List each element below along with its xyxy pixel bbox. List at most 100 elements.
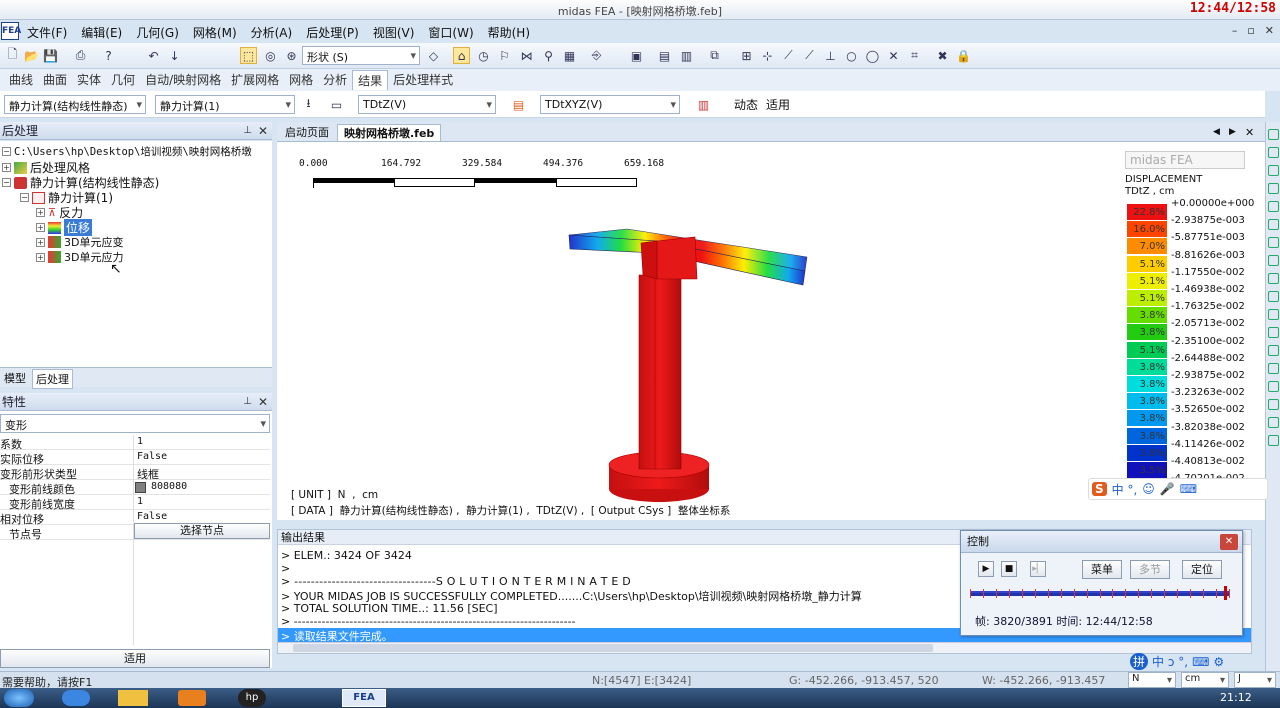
tab-geometry[interactable]: 几何 [106,70,140,90]
circle2-icon[interactable]: ◯ [864,47,881,64]
explorer-icon[interactable] [118,690,148,706]
load-step-select[interactable]: 静力计算(1) [155,95,295,114]
scroll-thumb[interactable] [293,644,933,652]
expand-icon[interactable]: + [36,223,45,232]
close-icon[interactable]: ✕ [258,393,268,411]
tree-3d-strain[interactable]: +3D单元应变 [36,234,123,250]
locate-button[interactable]: 定位 [1182,560,1222,579]
energy-unit-select[interactable]: J [1234,672,1276,688]
tab-solid[interactable]: 实体 [72,70,106,90]
app-icon[interactable]: FEA [1,22,21,40]
table-icon[interactable]: ▤ [656,47,673,64]
save-icon[interactable]: 💾 [42,47,59,64]
hp-icon[interactable]: hp [238,689,266,707]
rotate-icon[interactable] [1268,237,1279,248]
dynamic-button[interactable]: 动态 [734,96,758,113]
ime-voice-icon[interactable]: 🎤 [1160,482,1175,496]
close-icon[interactable]: ✕ [1220,534,1238,550]
tree-root[interactable]: − C:\Users\hp\Desktop\培训视频\映射网格桥墩 [2,144,252,159]
tab-model[interactable]: 模型 [2,370,28,386]
shade-icon[interactable] [1268,291,1279,302]
midas-taskbar-icon[interactable]: FEA [342,689,386,707]
box5-icon[interactable] [1268,381,1279,392]
minimize-icon[interactable]: – [1232,24,1238,37]
progress-marker[interactable] [1223,586,1227,600]
menu-window[interactable]: 窗口(W) [421,24,480,41]
shape-icon[interactable]: ⊛ [283,47,300,64]
download-icon[interactable]: ⭳ [300,96,317,113]
h-scrollbar[interactable] [278,642,1251,653]
mesh-icon[interactable]: ⌗ [906,47,923,64]
length-unit-select[interactable]: cm [1181,672,1229,688]
flag-icon[interactable]: ⚐ [496,47,513,64]
expand-icon[interactable]: + [2,163,11,172]
play-icon[interactable]: ▶ [978,561,994,577]
apply-button[interactable]: 适用 [766,96,790,113]
box8-icon[interactable] [1268,435,1279,446]
monitor-icon[interactable]: ▭ [328,96,345,113]
circle-icon[interactable]: ○ [843,47,860,64]
box6-icon[interactable] [1268,399,1279,410]
tab-auto-mesh[interactable]: 自动/映射网格 [140,70,226,90]
tab-surface[interactable]: 曲面 [38,70,72,90]
tab-extend-mesh[interactable]: 扩展网格 [226,70,284,90]
start-button-icon[interactable] [4,689,34,707]
restore-icon[interactable]: ▫ [1247,24,1254,37]
tab-curve[interactable]: 曲线 [4,70,38,90]
view-top-icon[interactable] [1268,165,1279,176]
tab-results[interactable]: 结果 [352,70,389,90]
ime-toolbar[interactable]: S 中 °, ☺ 🎤 ⌨ [1088,478,1268,500]
eraser-icon[interactable]: ◇ [425,47,442,64]
ime-mode-icon[interactable]: 中 °, [1112,481,1138,498]
close-icon[interactable]: ✕ [1265,24,1274,37]
cross-icon[interactable]: ✕ [885,47,902,64]
help-icon[interactable]: ? [100,47,117,64]
menu-postprocess[interactable]: 后处理(P) [299,24,366,41]
ime-keyboard-icon[interactable]: ⌨ [1192,655,1209,669]
step-forward-icon[interactable]: ▸▏ [1030,561,1046,577]
pan-icon[interactable] [1268,219,1279,230]
force-unit-select[interactable]: N [1128,672,1176,688]
menu-mesh[interactable]: 网格(M) [186,24,244,41]
axis-icon[interactable] [1268,129,1279,140]
pin-icon[interactable]: ⊥ [243,393,252,411]
model-viewport[interactable]: 0.000 164.792 329.584 494.376 659.168 mi… [277,142,1265,520]
multi-step-button[interactable]: 多节 [1130,560,1170,579]
box4-icon[interactable] [1268,363,1279,374]
expand-icon[interactable]: + [36,252,45,262]
box2-icon[interactable] [1268,327,1279,338]
close-icon[interactable]: ✕ [258,122,268,140]
node-icon[interactable]: ⋈ [518,47,535,64]
select-node-button[interactable]: 选择节点 [134,523,270,539]
props-type-select[interactable]: 变形 [0,414,270,433]
print-icon[interactable]: ⎙ [72,47,89,64]
box7-icon[interactable] [1268,417,1279,428]
menu-help[interactable]: 帮助(H) [481,24,537,41]
display-icon[interactable]: ▣ [628,47,645,64]
zoom-icon[interactable] [1268,201,1279,212]
line-icon[interactable]: ⟋ [780,47,797,64]
new-file-icon[interactable]: 🗋 [4,47,21,64]
snap-icon[interactable]: ⊹ [759,47,776,64]
select-icon[interactable]: ⬚ [240,47,257,64]
clock-icon[interactable]: ◷ [475,47,492,64]
redo-icon[interactable]: ↓ [166,47,183,64]
element-icon[interactable]: ⚲ [540,47,557,64]
ime-keyboard-icon[interactable]: ⌨ [1180,482,1197,496]
contour-icon[interactable]: ▤ [510,96,527,113]
filter-icon[interactable]: ◎ [262,47,279,64]
tab-document[interactable]: 映射网格桥墩.feb [337,124,442,141]
view-iso-icon[interactable] [1268,147,1279,158]
expand-icon[interactable]: + [36,237,45,247]
open-file-icon[interactable]: 📂 [23,47,40,64]
ime-settings-icon[interactable]: ⚙ [1213,655,1224,669]
legend-icon[interactable]: ▥ [695,96,712,113]
menu-analysis[interactable]: 分析(A) [244,24,300,41]
expand-icon[interactable]: + [36,208,45,217]
stop-icon[interactable]: ■ [1001,561,1017,577]
tab-mesh[interactable]: 网格 [284,70,318,90]
tab-analysis[interactable]: 分析 [318,70,352,90]
box-icon[interactable] [1268,309,1279,320]
view-icon[interactable]: ⌂ [453,47,470,64]
menu-file[interactable]: 文件(F) [20,24,74,41]
